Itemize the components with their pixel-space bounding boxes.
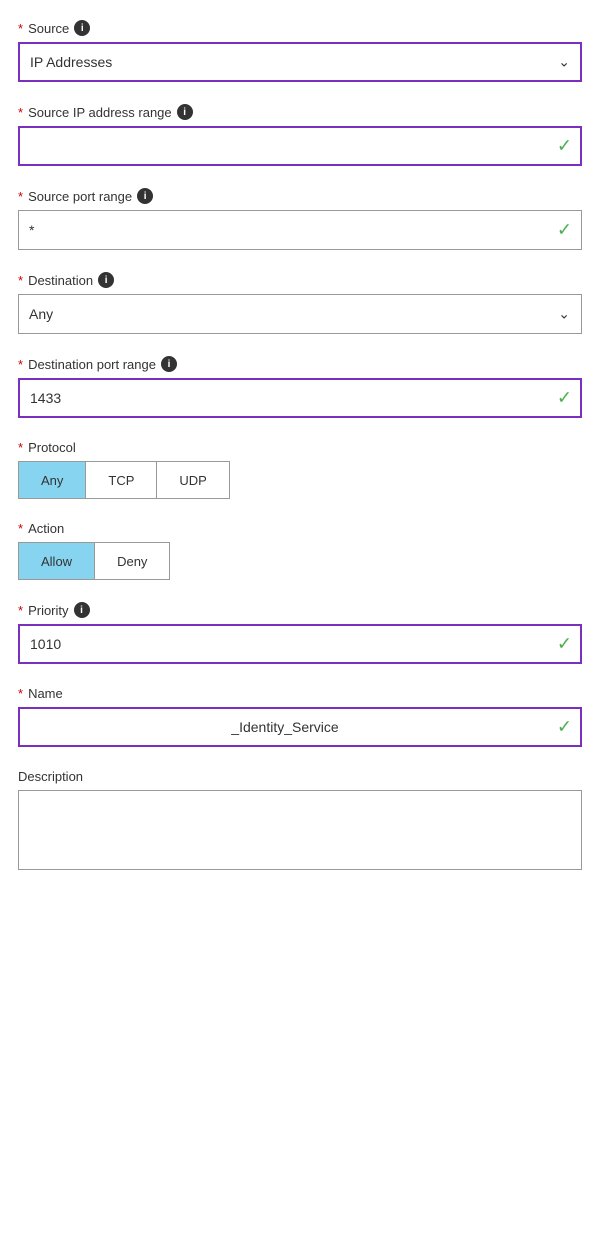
destination-select-wrapper: Any IP Addresses Service Tag Application… <box>18 294 582 334</box>
protocol-button-group: Any TCP UDP <box>18 461 230 499</box>
destination-label-text: Destination <box>28 273 93 288</box>
priority-required-star: * <box>18 603 23 618</box>
source-port-range-info-icon[interactable]: i <box>137 188 153 204</box>
protocol-field-group: * Protocol Any TCP UDP <box>18 440 582 499</box>
priority-info-icon[interactable]: i <box>74 602 90 618</box>
source-required-star: * <box>18 21 23 36</box>
name-required-star: * <box>18 686 23 701</box>
name-field-group: * Name ✓ <box>18 686 582 747</box>
source-ip-range-label-text: Source IP address range <box>28 105 172 120</box>
source-port-range-input-wrapper: ✓ <box>18 210 582 250</box>
source-port-range-label-text: Source port range <box>28 189 132 204</box>
destination-label: * Destination i <box>18 272 582 288</box>
destination-port-range-required-star: * <box>18 357 23 372</box>
destination-select[interactable]: Any IP Addresses Service Tag Application… <box>18 294 582 334</box>
action-required-star: * <box>18 521 23 536</box>
protocol-label: * Protocol <box>18 440 582 455</box>
source-label-text: Source <box>28 21 69 36</box>
action-label: * Action <box>18 521 582 536</box>
description-field-group: Description <box>18 769 582 875</box>
destination-info-icon[interactable]: i <box>98 272 114 288</box>
source-field-group: * Source i IP Addresses Any Service Tag … <box>18 20 582 82</box>
action-field-group: * Action Allow Deny <box>18 521 582 580</box>
source-port-range-field-group: * Source port range i ✓ <box>18 188 582 250</box>
destination-port-range-input[interactable] <box>18 378 582 418</box>
priority-label: * Priority i <box>18 602 582 618</box>
source-label: * Source i <box>18 20 582 36</box>
protocol-required-star: * <box>18 440 23 455</box>
description-label-text: Description <box>18 769 83 784</box>
description-textarea[interactable] <box>18 790 582 870</box>
protocol-udp-button[interactable]: UDP <box>157 462 228 498</box>
description-label: Description <box>18 769 582 784</box>
name-label: * Name <box>18 686 582 701</box>
source-ip-range-required-star: * <box>18 105 23 120</box>
action-deny-button[interactable]: Deny <box>95 543 169 579</box>
source-ip-range-info-icon[interactable]: i <box>177 104 193 120</box>
source-ip-range-input[interactable] <box>18 126 582 166</box>
source-port-range-required-star: * <box>18 189 23 204</box>
protocol-any-button[interactable]: Any <box>19 462 86 498</box>
source-ip-range-input-wrapper: ✓ <box>18 126 582 166</box>
priority-label-text: Priority <box>28 603 68 618</box>
source-port-range-label: * Source port range i <box>18 188 582 204</box>
protocol-tcp-button[interactable]: TCP <box>86 462 157 498</box>
name-input-wrapper: ✓ <box>18 707 582 747</box>
action-allow-button[interactable]: Allow <box>19 543 95 579</box>
destination-port-range-field-group: * Destination port range i ✓ <box>18 356 582 418</box>
priority-input[interactable] <box>18 624 582 664</box>
name-input[interactable] <box>18 707 582 747</box>
source-ip-range-label: * Source IP address range i <box>18 104 582 120</box>
source-info-icon[interactable]: i <box>74 20 90 36</box>
action-button-group: Allow Deny <box>18 542 170 580</box>
destination-port-range-input-wrapper: ✓ <box>18 378 582 418</box>
destination-port-range-label: * Destination port range i <box>18 356 582 372</box>
priority-field-group: * Priority i ✓ <box>18 602 582 664</box>
source-select-wrapper: IP Addresses Any Service Tag Application… <box>18 42 582 82</box>
source-port-range-input[interactable] <box>18 210 582 250</box>
destination-port-range-label-text: Destination port range <box>28 357 156 372</box>
source-select[interactable]: IP Addresses Any Service Tag Application… <box>18 42 582 82</box>
name-label-text: Name <box>28 686 63 701</box>
protocol-label-text: Protocol <box>28 440 76 455</box>
destination-required-star: * <box>18 273 23 288</box>
priority-input-wrapper: ✓ <box>18 624 582 664</box>
action-label-text: Action <box>28 521 64 536</box>
destination-field-group: * Destination i Any IP Addresses Service… <box>18 272 582 334</box>
destination-port-range-info-icon[interactable]: i <box>161 356 177 372</box>
source-ip-range-field-group: * Source IP address range i ✓ <box>18 104 582 166</box>
